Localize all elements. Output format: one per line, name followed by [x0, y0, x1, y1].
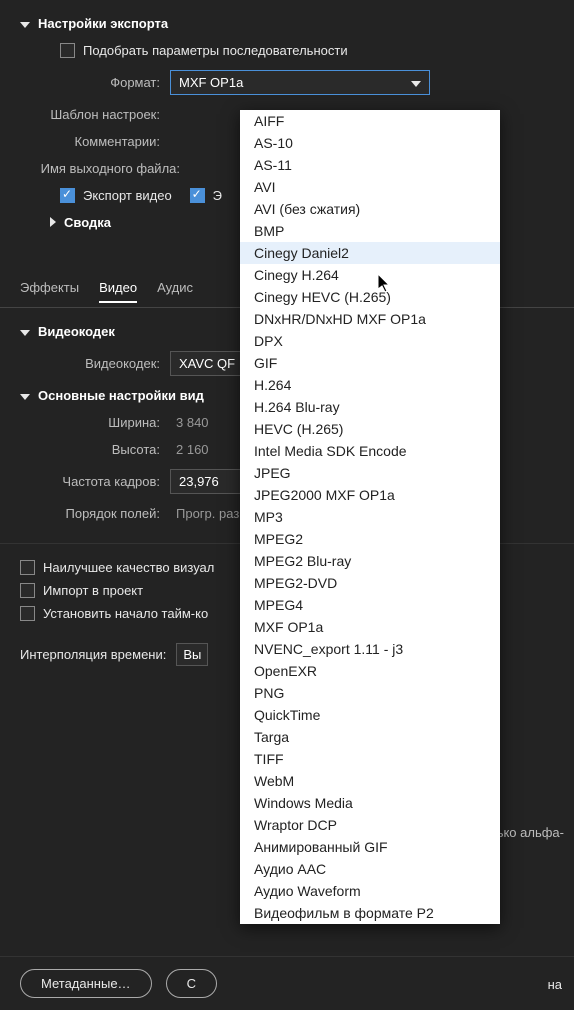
comments-label: Комментарии:: [20, 134, 170, 149]
format-option[interactable]: H.264 Blu-ray: [240, 396, 500, 418]
interp-select[interactable]: Вы: [176, 643, 208, 666]
format-option[interactable]: OpenEXR: [240, 660, 500, 682]
codec-select[interactable]: XAVC QF: [170, 351, 250, 376]
import-project-label: Импорт в проект: [43, 583, 143, 598]
export-video-label: Экспорт видео: [83, 188, 172, 203]
format-value: MXF OP1a: [179, 75, 243, 90]
chevron-down-icon: [20, 388, 30, 403]
format-option[interactable]: Targa: [240, 726, 500, 748]
format-dropdown-menu: AIFFAS-10AS-11AVIAVI (без сжатия)BMPCine…: [240, 110, 500, 924]
field-order-value: Прогр. раз: [176, 506, 239, 521]
best-quality-label: Наилучшее качество визуал: [43, 560, 214, 575]
interp-value: Вы: [183, 647, 201, 662]
fps-value: 23,976: [179, 474, 219, 489]
format-option[interactable]: Аудио Waveform: [240, 880, 500, 902]
format-option[interactable]: JPEG: [240, 462, 500, 484]
summary-label: Сводка: [64, 215, 111, 230]
codec-section-label: Видеокодек: [38, 324, 115, 339]
width-value[interactable]: 3 840: [176, 415, 209, 430]
output-name-label: Имя выходного файла:: [20, 161, 190, 176]
format-option[interactable]: Видеофильм в формате P2: [240, 902, 500, 924]
width-label: Ширина:: [20, 415, 170, 430]
format-option[interactable]: DNxHR/DNxHD MXF OP1a: [240, 308, 500, 330]
format-option[interactable]: AVI: [240, 176, 500, 198]
format-label: Формат:: [20, 75, 170, 90]
format-option[interactable]: DPX: [240, 330, 500, 352]
format-option[interactable]: MPEG2: [240, 528, 500, 550]
second-button-trunc[interactable]: С: [166, 969, 217, 998]
bottom-bar: Метаданные… С на: [0, 956, 574, 1010]
chevron-down-icon: [20, 16, 30, 31]
format-option[interactable]: MPEG2-DVD: [240, 572, 500, 594]
format-option[interactable]: JPEG2000 MXF OP1a: [240, 484, 500, 506]
format-option[interactable]: Cinegy H.264: [240, 264, 500, 286]
tab-audio[interactable]: Аудис: [157, 280, 193, 303]
checkbox-box-icon: [20, 606, 35, 621]
format-option[interactable]: Cinegy Daniel2: [240, 242, 500, 264]
format-option[interactable]: QuickTime: [240, 704, 500, 726]
format-option[interactable]: GIF: [240, 352, 500, 374]
codec-label: Видеокодек:: [20, 356, 170, 371]
checkbox-checked-icon: [60, 188, 75, 203]
checkbox-box-icon: [20, 560, 35, 575]
metadata-button[interactable]: Метаданные…: [20, 969, 152, 998]
chevron-right-icon: [50, 215, 56, 230]
match-sequence-checkbox[interactable]: Подобрать параметры последовательности: [60, 43, 348, 58]
preset-label: Шаблон настроек:: [20, 107, 170, 122]
chevron-down-icon: [411, 75, 421, 90]
export-audio-label-trunc: Э: [213, 188, 222, 203]
fps-label: Частота кадров:: [20, 474, 170, 489]
height-value[interactable]: 2 160: [176, 442, 209, 457]
format-option[interactable]: Intel Media SDK Encode: [240, 440, 500, 462]
field-order-label: Порядок полей:: [20, 506, 170, 521]
format-option[interactable]: MPEG2 Blu-ray: [240, 550, 500, 572]
format-option[interactable]: NVENC_export 1.11 - j3: [240, 638, 500, 660]
tab-video[interactable]: Видео: [99, 280, 137, 303]
format-option[interactable]: AS-11: [240, 154, 500, 176]
alpha-only-label-trunc: ько альфа-: [497, 825, 574, 840]
format-option[interactable]: Аудио AAC: [240, 858, 500, 880]
checkbox-box-icon: [60, 43, 75, 58]
export-audio-checkbox[interactable]: Э: [190, 188, 222, 203]
right-button-trunc: на: [548, 977, 562, 992]
height-label: Высота:: [20, 442, 170, 457]
fps-select[interactable]: 23,976: [170, 469, 250, 494]
format-option[interactable]: PNG: [240, 682, 500, 704]
checkbox-box-icon: [20, 583, 35, 598]
format-option[interactable]: H.264: [240, 374, 500, 396]
format-option[interactable]: HEVC (H.265): [240, 418, 500, 440]
format-option[interactable]: TIFF: [240, 748, 500, 770]
format-option[interactable]: AIFF: [240, 110, 500, 132]
format-option[interactable]: Cinegy HEVC (H.265): [240, 286, 500, 308]
format-option[interactable]: WebM: [240, 770, 500, 792]
format-option[interactable]: BMP: [240, 220, 500, 242]
format-option[interactable]: AVI (без сжатия): [240, 198, 500, 220]
tab-effects[interactable]: Эффекты: [20, 280, 79, 303]
format-option[interactable]: AS-10: [240, 132, 500, 154]
format-option[interactable]: Windows Media: [240, 792, 500, 814]
format-option[interactable]: MXF OP1a: [240, 616, 500, 638]
chevron-down-icon: [20, 324, 30, 339]
format-option[interactable]: MPEG4: [240, 594, 500, 616]
set-start-tc-label: Установить начало тайм-ко: [43, 606, 208, 621]
codec-value: XAVC QF: [179, 356, 235, 371]
export-title: Настройки экспорта: [38, 16, 168, 31]
format-dropdown[interactable]: MXF OP1a: [170, 70, 430, 95]
export-settings-header[interactable]: Настройки экспорта: [20, 16, 554, 31]
export-video-checkbox[interactable]: Экспорт видео: [60, 188, 172, 203]
format-option[interactable]: Wraptor DCP: [240, 814, 500, 836]
interp-label: Интерполяция времени:: [20, 647, 166, 662]
match-sequence-label: Подобрать параметры последовательности: [83, 43, 348, 58]
format-option[interactable]: Анимированный GIF: [240, 836, 500, 858]
checkbox-checked-icon: [190, 188, 205, 203]
format-option[interactable]: MP3: [240, 506, 500, 528]
basic-section-label: Основные настройки вид: [38, 388, 204, 403]
